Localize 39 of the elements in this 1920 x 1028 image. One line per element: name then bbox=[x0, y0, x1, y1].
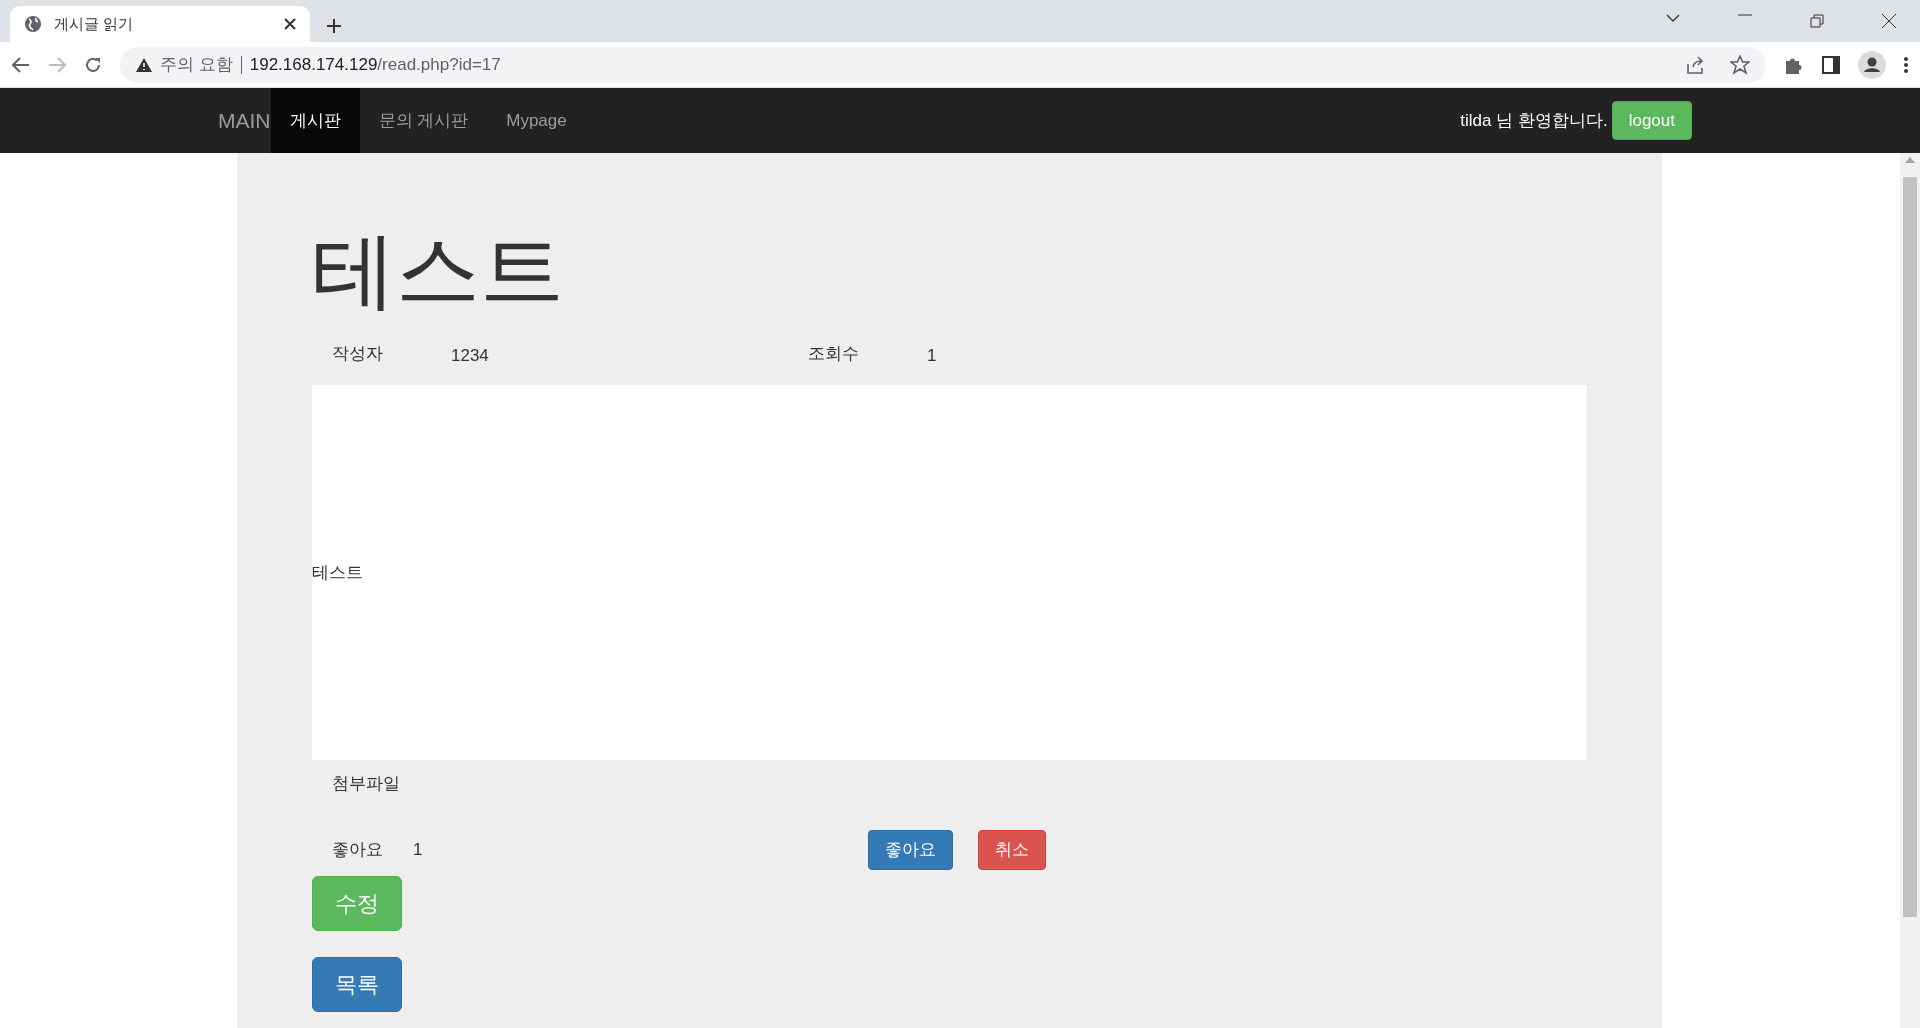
tab-title: 게시글 읽기 bbox=[54, 13, 134, 34]
nav-link[interactable]: Mypage bbox=[487, 88, 586, 153]
globe-icon bbox=[24, 15, 42, 33]
browser-tab[interactable]: 게시글 읽기 bbox=[10, 6, 310, 42]
scrollbar[interactable] bbox=[1900, 153, 1920, 1028]
attachment-label: 첨부파일 bbox=[332, 773, 400, 796]
separator-icon bbox=[240, 55, 242, 74]
chevron-down-icon[interactable] bbox=[1666, 14, 1680, 22]
nav-link[interactable]: 게시판 bbox=[270, 88, 360, 153]
back-arrow-icon[interactable] bbox=[12, 56, 30, 73]
profile-avatar-icon[interactable] bbox=[1858, 50, 1886, 79]
post-body-text: 테스트 bbox=[312, 561, 363, 584]
likes-label: 좋아요 bbox=[331, 839, 384, 862]
close-icon[interactable] bbox=[284, 18, 296, 30]
meta-value: 1 bbox=[927, 344, 938, 367]
side-panel-icon[interactable] bbox=[1822, 55, 1840, 74]
reload-icon[interactable] bbox=[84, 55, 102, 74]
post-title: 테스트 bbox=[312, 228, 565, 312]
brand-link[interactable]: MAIN bbox=[218, 88, 271, 153]
list-button[interactable]: 목록 bbox=[312, 957, 402, 1012]
likes-count: 1 bbox=[413, 839, 424, 862]
warning-icon bbox=[136, 57, 152, 72]
menu-icon[interactable] bbox=[1904, 56, 1908, 73]
url-text: 192.168.174.129/read.php?id=17 bbox=[249, 53, 501, 76]
address-bar[interactable]: 주의 요함 192.168.174.129/read.php?id=17 bbox=[120, 46, 1766, 83]
meta-value: 1234 bbox=[451, 344, 490, 367]
scrollbar-thumb[interactable] bbox=[1903, 177, 1917, 917]
welcome-text: tilda 님 환영합니다. bbox=[1460, 109, 1608, 132]
security-label: 주의 요함 bbox=[160, 53, 233, 76]
meta-label: 작성자 bbox=[331, 342, 384, 365]
star-icon[interactable] bbox=[1730, 54, 1750, 75]
like-button[interactable]: 좋아요 bbox=[868, 830, 953, 870]
share-icon[interactable] bbox=[1686, 55, 1706, 74]
meta-label: 조회수 bbox=[807, 342, 860, 365]
restore-icon[interactable] bbox=[1810, 14, 1824, 28]
new-tab-icon[interactable] bbox=[326, 18, 342, 34]
cancel-button[interactable]: 취소 bbox=[978, 830, 1046, 870]
nav-link[interactable]: 문의 게시판 bbox=[359, 88, 488, 153]
close-icon[interactable] bbox=[1882, 14, 1896, 28]
